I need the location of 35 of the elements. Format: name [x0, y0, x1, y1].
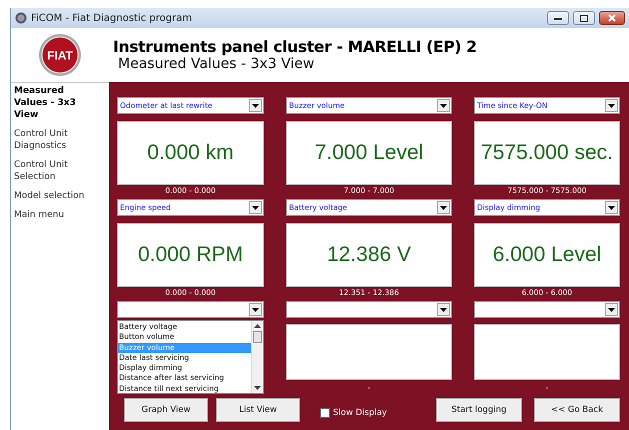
- dropdown-field[interactable]: [117, 301, 264, 318]
- sidebar-item[interactable]: Model selection: [14, 190, 86, 202]
- view-button[interactable]: List View: [216, 398, 300, 422]
- checkbox[interactable]: [320, 408, 330, 418]
- checkbox-label: Slow Display: [333, 408, 387, 418]
- scroll-down-icon[interactable]: [254, 386, 261, 390]
- minimize-icon: [554, 16, 562, 20]
- maximize-button[interactable]: [573, 11, 595, 25]
- page-subtitle: Measured Values - 3x3 View: [118, 56, 316, 72]
- dropdown-field[interactable]: [286, 301, 452, 318]
- close-button[interactable]: [599, 11, 625, 25]
- dropdown-field[interactable]: [474, 301, 620, 318]
- value-display: 7575.000 sec.: [474, 121, 620, 185]
- page-title: Instruments panel cluster - MARELLI (EP) 2: [113, 38, 477, 56]
- scrollbar[interactable]: [251, 321, 263, 393]
- value-display: 6.000 Level: [474, 223, 620, 287]
- minimize-button[interactable]: [547, 11, 569, 25]
- window-title: FiCOM - Fiat Diagnostic program: [31, 12, 193, 24]
- maximize-icon: [580, 14, 588, 22]
- scrollbar-thumb[interactable]: [253, 331, 262, 343]
- view-button[interactable]: Graph View: [124, 398, 208, 422]
- sidebar-item[interactable]: Control Unit Selection: [14, 159, 86, 183]
- value-display: 0.000 km: [117, 121, 264, 185]
- brand-logo: FIAT: [38, 33, 82, 77]
- app-icon: [15, 12, 27, 24]
- sidebar-item[interactable]: Main menu: [14, 209, 86, 221]
- scroll-up-icon[interactable]: [254, 324, 261, 328]
- close-icon: [608, 14, 616, 22]
- value-display: 12.386 V: [286, 223, 452, 287]
- action-button[interactable]: Start logging: [436, 398, 522, 422]
- sidebar-item[interactable]: Control Unit Diagnostics: [14, 128, 86, 152]
- value-display: 0.000 RPM: [117, 223, 264, 287]
- action-button[interactable]: << Go Back: [534, 398, 620, 422]
- value-display: 7.000 Level: [286, 121, 452, 185]
- sidebar-item[interactable]: Measured Values - 3x3 View: [14, 85, 86, 121]
